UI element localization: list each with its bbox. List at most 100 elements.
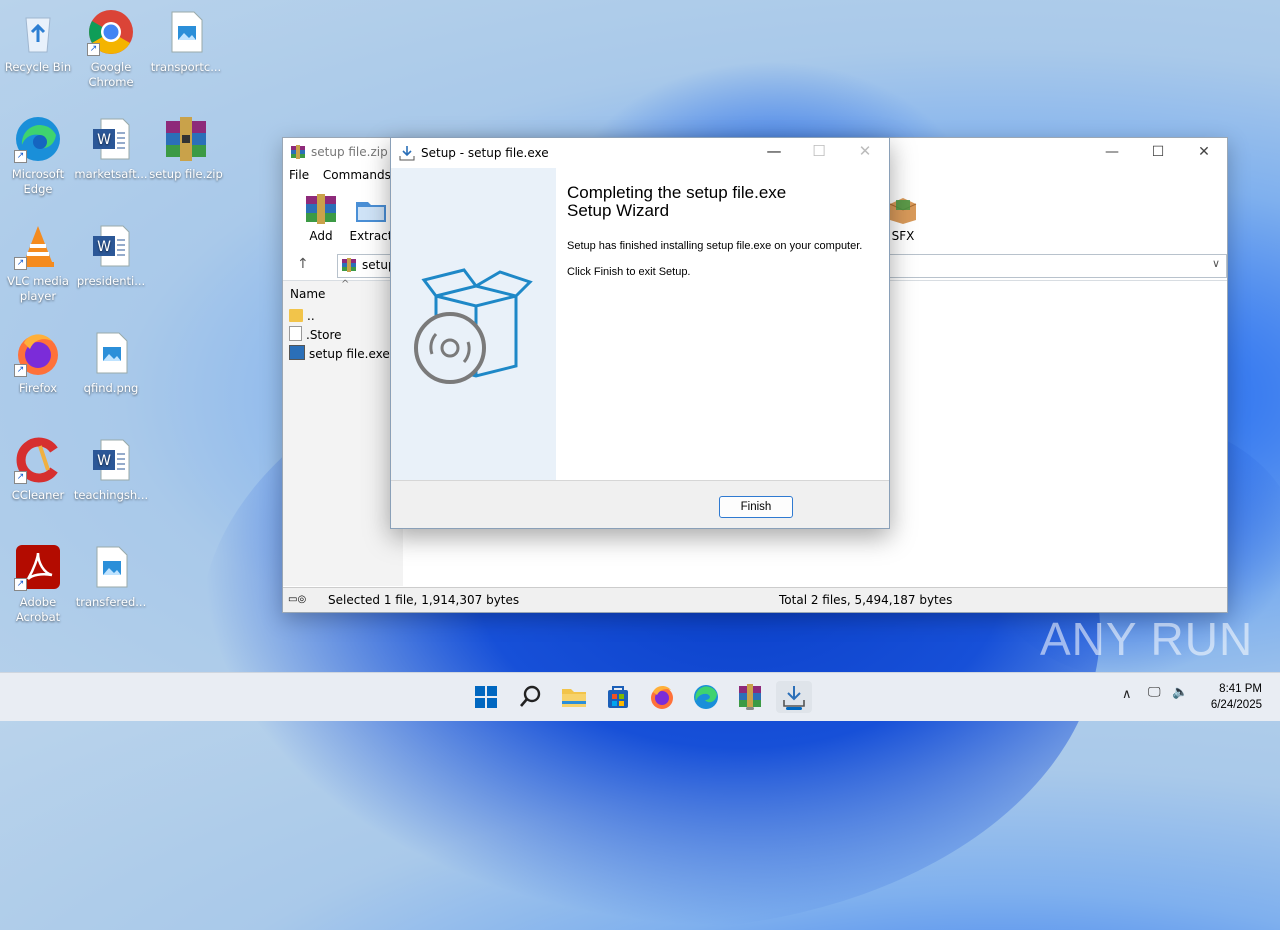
desktop-icon-ccleaner[interactable]: ↗ CCleaner — [0, 436, 76, 503]
wizard-heading: Completing the setup file.exe Setup Wiza… — [567, 184, 786, 220]
firefox-icon: ↗ — [14, 329, 62, 377]
shortcut-arrow-icon: ↗ — [14, 471, 27, 484]
vlc-icon: ↗ — [14, 222, 62, 270]
sfx-box-icon — [886, 192, 920, 226]
wizard-main-panel: Completing the setup file.exe Setup Wiza… — [556, 168, 889, 480]
wizard-heading-line2: Setup Wizard — [567, 201, 670, 220]
wizard-message-click-finish: Click Finish to exit Setup. — [567, 266, 691, 278]
maximize-button[interactable]: ☐ — [1143, 144, 1173, 160]
menu-commands[interactable]: Commands — [323, 168, 391, 182]
desktop-icon-teachingsh[interactable]: W teachingsh... — [73, 436, 149, 503]
active-indicator — [786, 707, 802, 710]
word-doc-icon: W — [87, 436, 135, 484]
svg-text:W: W — [97, 453, 111, 469]
desktop-icon-qfind[interactable]: qfind.png — [73, 329, 149, 396]
image-file-icon — [87, 543, 135, 591]
folder-icon — [562, 689, 586, 707]
svg-text:W: W — [97, 239, 111, 255]
list-item[interactable]: .. — [289, 307, 315, 325]
desktop-icon-label: teachingsh... — [73, 488, 149, 502]
minimize-button[interactable]: — — [754, 142, 794, 160]
desktop-icon-label: Microsoft Edge — [11, 167, 65, 196]
status-selected: Selected 1 file, 1,914,307 bytes — [328, 593, 520, 607]
file-name: .Store — [306, 328, 342, 342]
desktop-icon-setup-zip[interactable]: setup file.zip — [148, 115, 224, 182]
desktop-icon-label: Firefox — [18, 381, 58, 395]
file-list-pane: Name ^ .. .Store setup file.exe — [283, 279, 403, 586]
extract-label: Extract — [349, 229, 393, 243]
list-item[interactable]: setup file.exe — [289, 345, 390, 363]
software-box-icon — [414, 268, 533, 384]
desktop-icon-label: VLC media player — [7, 274, 69, 303]
winrar-menubar: File Commands — [289, 168, 401, 182]
clock-time: 8:41 PM — [1219, 683, 1262, 695]
desktop-icon-acrobat[interactable]: ↗ Adobe Acrobat — [0, 543, 76, 625]
setup-titlebar[interactable]: Setup - setup file.exe — ☐ ✕ — [391, 138, 889, 168]
desktop-icon-transport[interactable]: transportc... — [148, 8, 224, 75]
archive-small-icon — [341, 257, 357, 276]
installer-icon — [399, 145, 415, 164]
desktop-icon-label: Google Chrome — [88, 60, 134, 89]
wizard-heading-line1: Completing the setup file.exe — [567, 183, 787, 202]
up-arrow-icon[interactable]: ↑ — [297, 256, 309, 272]
firefox-icon — [651, 686, 673, 709]
search-icon — [520, 685, 541, 707]
desktop-icon-recycle-bin[interactable]: Recycle Bin — [0, 8, 76, 75]
desktop-icon-firefox[interactable]: ↗ Firefox — [0, 329, 76, 396]
clock-date: 6/24/2025 — [1210, 699, 1262, 711]
taskbar-file-explorer[interactable] — [556, 681, 592, 713]
menu-file[interactable]: File — [289, 168, 309, 182]
image-file-icon — [87, 329, 135, 377]
close-button: ✕ — [858, 142, 872, 160]
desktop-icon-vlc[interactable]: ↗ VLC media player — [0, 222, 76, 304]
shortcut-arrow-icon: ↗ — [87, 43, 100, 56]
desktop-icon-chrome[interactable]: ↗ Google Chrome — [73, 8, 149, 90]
desktop-icon-marketsaft[interactable]: W marketsaft... — [73, 115, 149, 182]
desktop-icon-edge[interactable]: ↗ Microsoft Edge — [0, 115, 76, 197]
winrar-archive-icon — [162, 115, 210, 163]
taskbar-firefox[interactable] — [644, 681, 680, 713]
taskbar-setup[interactable] — [776, 681, 812, 713]
desktop-icon-label: transfered... — [75, 595, 147, 609]
winrar-app-icon — [290, 144, 306, 163]
chevron-up-icon[interactable]: ∧ — [1122, 687, 1132, 702]
desktop-icon-label: qfind.png — [83, 381, 139, 395]
running-indicator — [746, 707, 754, 710]
file-name: setup file.exe — [309, 347, 390, 361]
ccleaner-icon: ↗ — [14, 436, 62, 484]
finish-button[interactable]: Finish — [719, 496, 793, 518]
extract-folder-icon — [354, 192, 388, 226]
column-header-name[interactable]: Name — [290, 287, 325, 301]
status-bar: ▭◎ Selected 1 file, 1,914,307 bytes Tota… — [283, 587, 1227, 612]
desktop-icon-label: marketsaft... — [74, 167, 148, 181]
setup-title: Setup - setup file.exe — [421, 146, 549, 160]
minimize-button[interactable]: — — [1097, 144, 1127, 160]
add-button[interactable]: Add — [295, 192, 347, 243]
network-icon[interactable]: 🖵 — [1148, 685, 1161, 700]
wizard-footer: Finish — [391, 480, 889, 528]
file-name: .. — [307, 309, 315, 323]
desktop-icon-label: CCleaner — [11, 488, 65, 502]
chevron-down-icon[interactable]: ∨ — [1212, 257, 1220, 270]
search-button[interactable] — [512, 681, 548, 713]
wizard-side-panel — [392, 168, 556, 480]
taskbar-edge[interactable] — [688, 681, 724, 713]
taskbar-winrar[interactable] — [732, 681, 768, 713]
store-icon — [608, 686, 628, 708]
start-button[interactable] — [468, 681, 504, 713]
word-doc-icon: W — [87, 115, 135, 163]
exe-file-icon — [289, 345, 305, 360]
taskbar-store[interactable] — [600, 681, 636, 713]
desktop-icon-presidenti[interactable]: W presidenti... — [73, 222, 149, 289]
desktop-icon-transfered[interactable]: transfered... — [73, 543, 149, 610]
volume-icon[interactable]: 🔈 — [1172, 685, 1188, 700]
sfx-label: SFX — [891, 229, 915, 243]
folder-icon — [289, 309, 303, 322]
acrobat-icon: ↗ — [14, 543, 62, 591]
system-clock[interactable]: 8:41 PM 6/24/2025 — [1211, 681, 1262, 713]
image-file-icon — [162, 8, 210, 56]
drive-icon: ▭◎ — [288, 594, 307, 605]
list-item[interactable]: .Store — [289, 326, 342, 344]
word-doc-icon: W — [87, 222, 135, 270]
close-button[interactable]: ✕ — [1189, 144, 1219, 160]
